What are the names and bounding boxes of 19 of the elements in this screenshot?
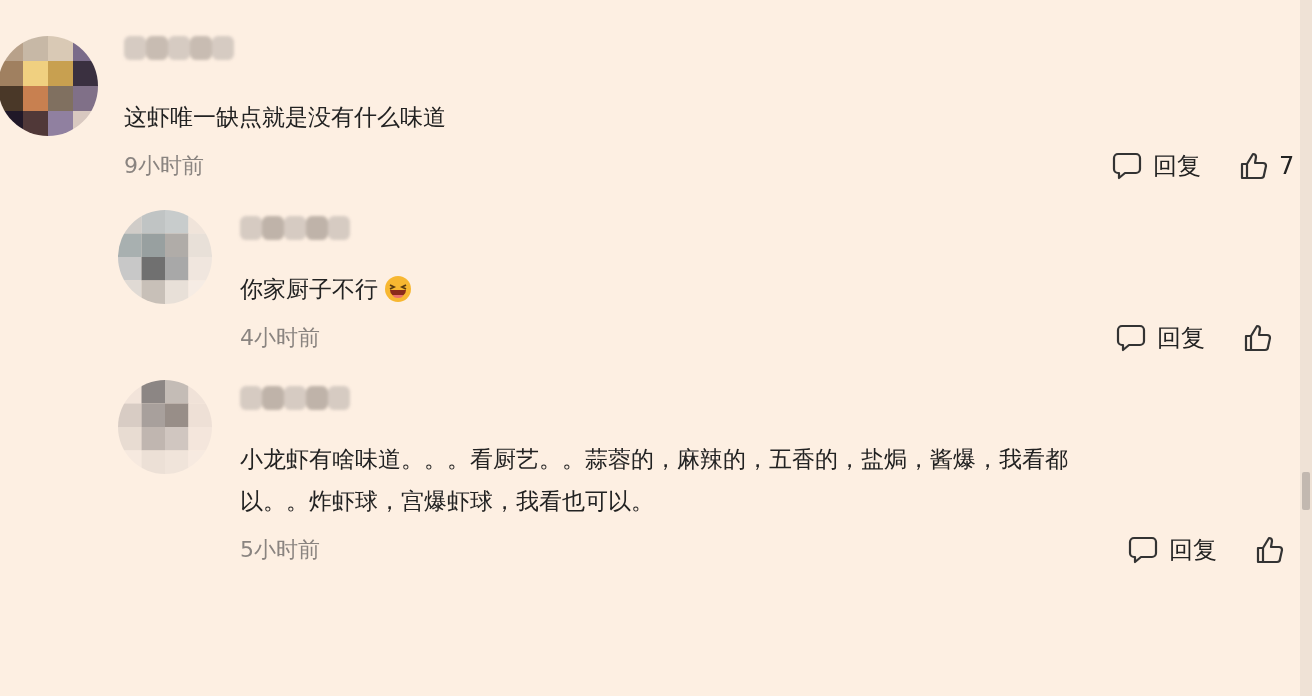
comment-icon[interactable]	[1116, 323, 1146, 353]
comment-text: 小龙虾有啥味道。。。看厨艺。。蒜蓉的，麻辣的，五香的，盐焗，酱爆，我看都	[240, 445, 1068, 474]
comment-text: 这虾唯一缺点就是没有什么味道	[124, 103, 447, 132]
scrollbar-thumb[interactable]	[1302, 472, 1310, 510]
thumbs-up-icon[interactable]	[1255, 535, 1285, 565]
reply-button[interactable]: 回复	[1158, 534, 1217, 566]
scrollbar[interactable]	[1300, 0, 1312, 696]
reply-button[interactable]: 回复	[1142, 150, 1201, 182]
comment-icon[interactable]	[1128, 535, 1158, 565]
timestamp: 9小时前	[124, 152, 204, 180]
thumbs-up-icon[interactable]	[1239, 151, 1269, 181]
comment-text: 你家厨子不行	[240, 275, 378, 304]
thumbs-up-icon[interactable]	[1243, 323, 1273, 353]
reply-button[interactable]: 回复	[1146, 322, 1205, 354]
comment-text: 以。。炸虾球，宫爆虾球，我看也可以。	[240, 487, 654, 516]
timestamp: 5小时前	[240, 536, 320, 564]
comment-icon[interactable]	[1112, 151, 1142, 181]
like-count: 7	[1279, 152, 1295, 180]
timestamp: 4小时前	[240, 324, 320, 352]
